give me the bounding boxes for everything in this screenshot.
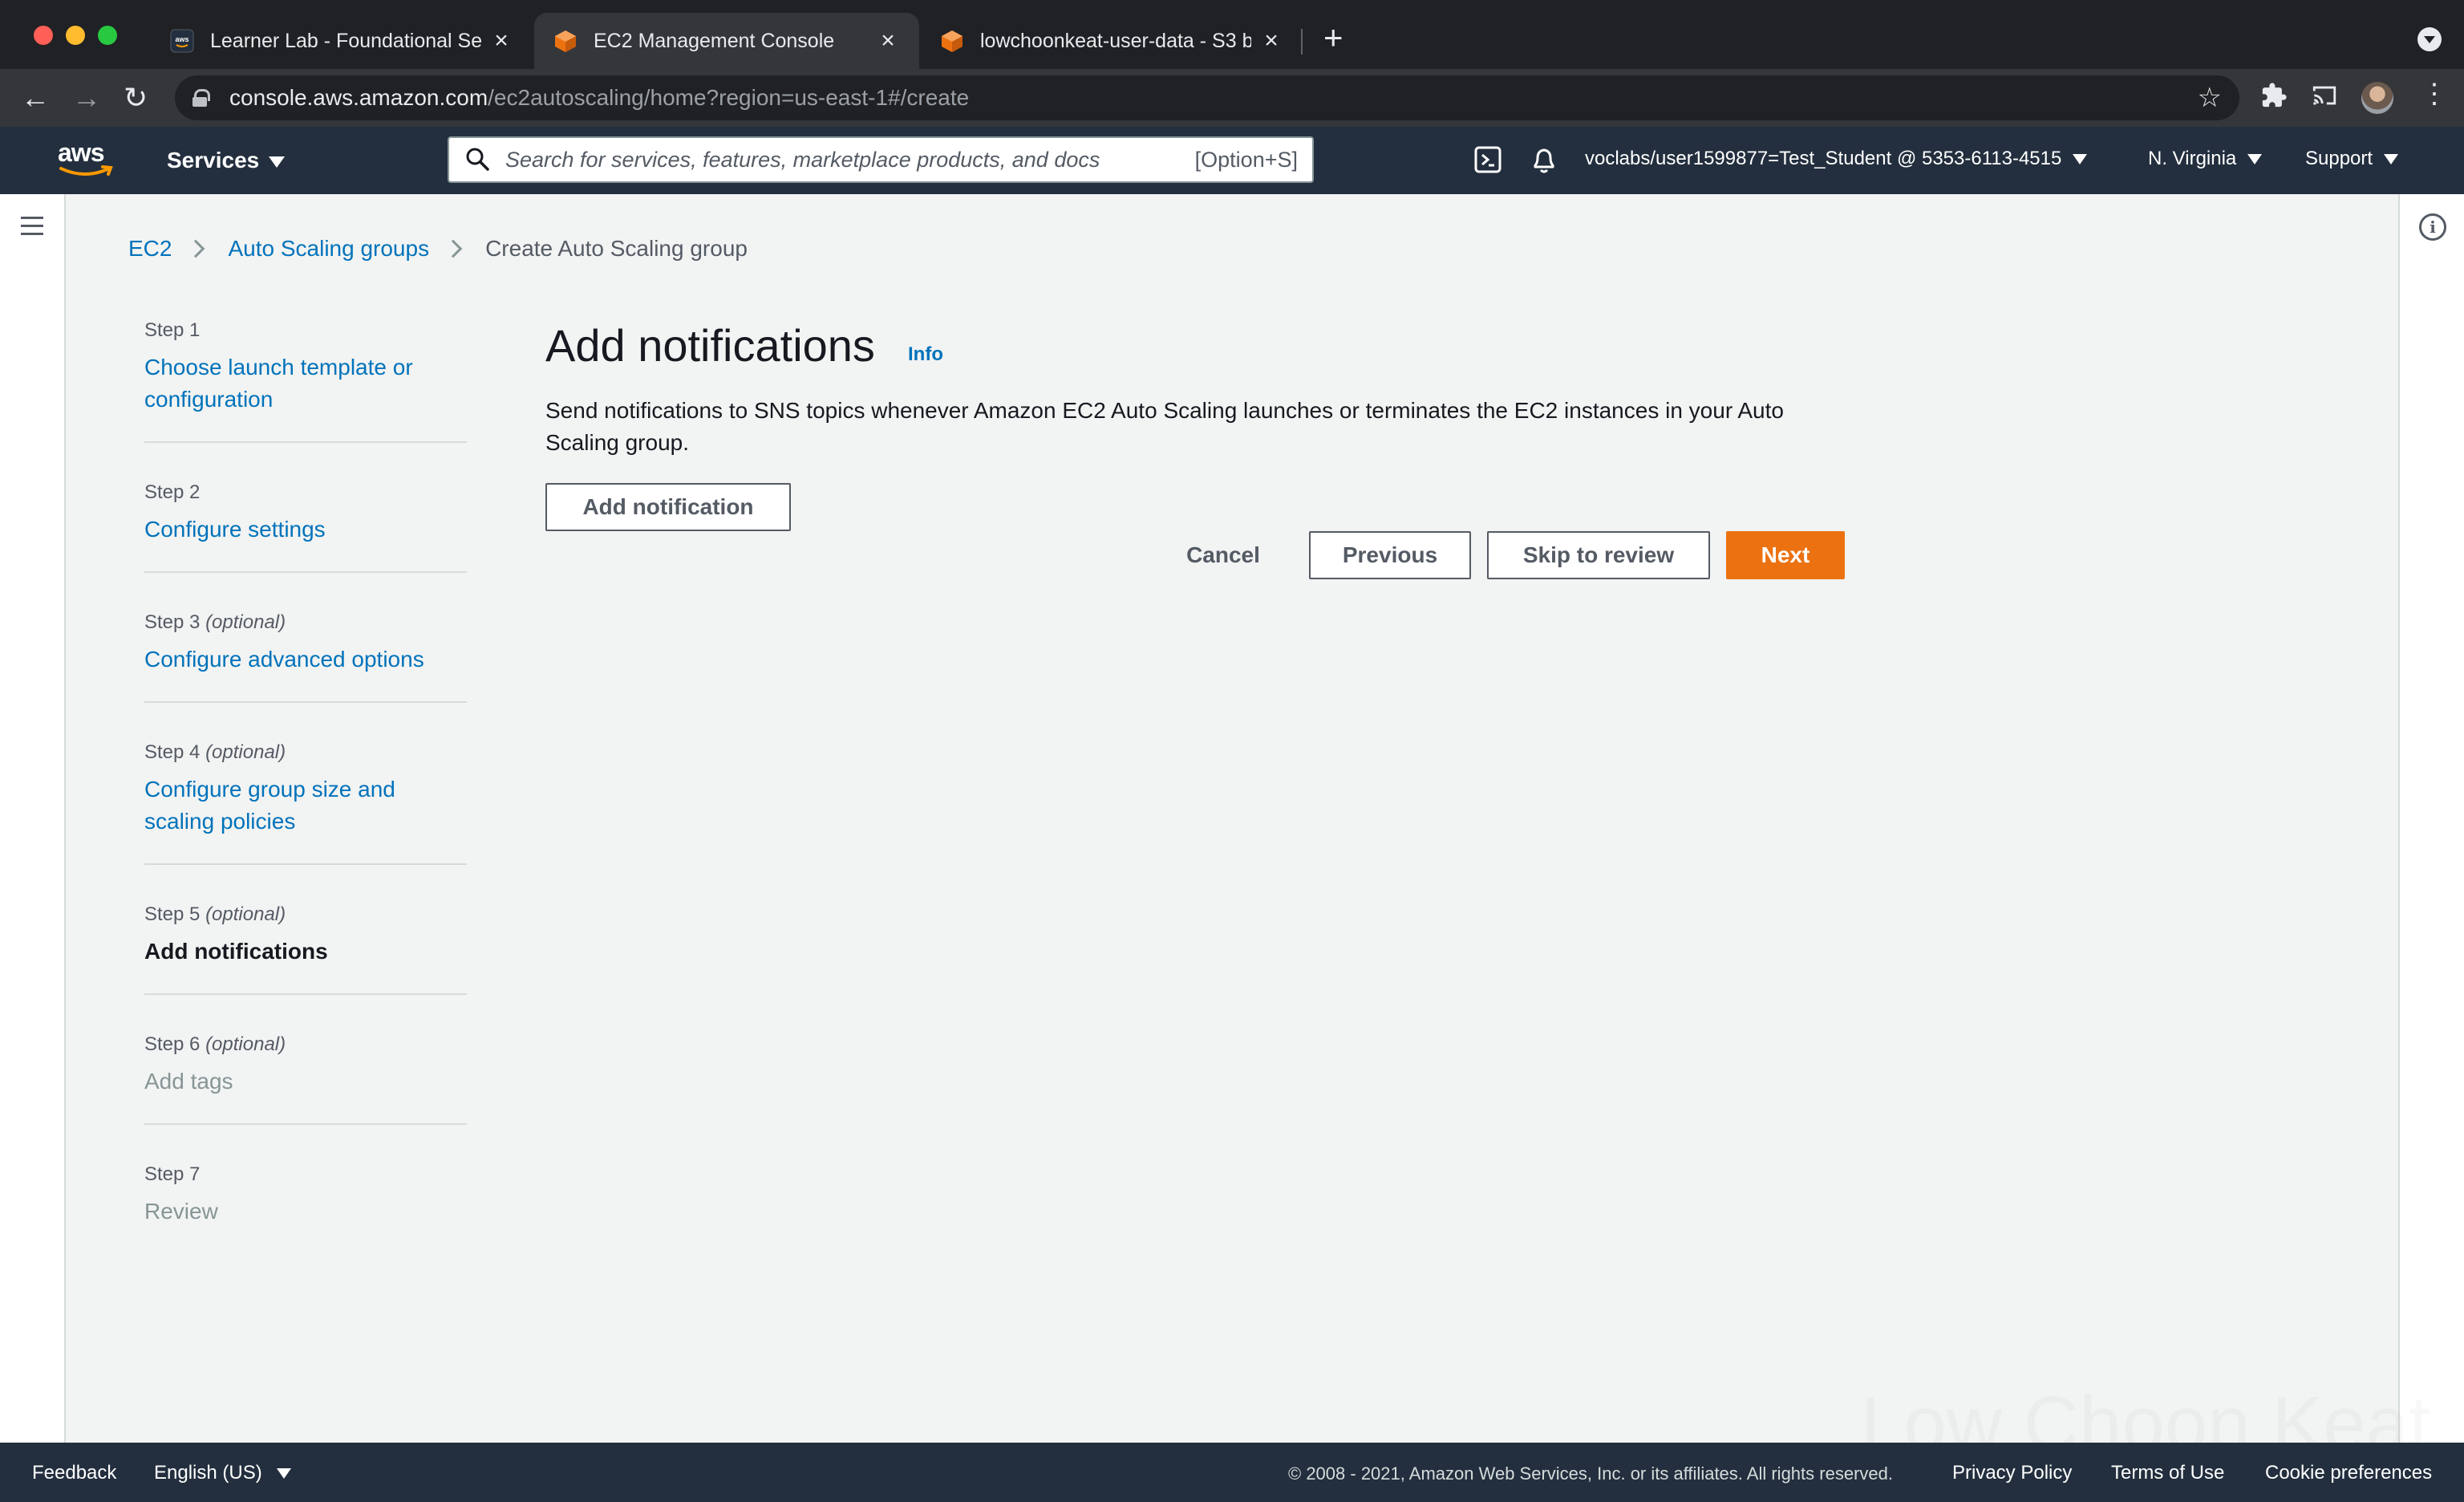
browser-tab-s3-bucket[interactable]: lowchoonkeat-user-data - S3 b ×	[921, 13, 1303, 69]
breadcrumb-auto-scaling-groups[interactable]: Auto Scaling groups	[228, 236, 429, 262]
minimize-window-icon[interactable]	[66, 26, 85, 45]
caret-down-icon	[2384, 154, 2399, 165]
page-title: Add notifications	[545, 320, 875, 371]
url-path: /ec2autoscaling/home?region=us-east-1#/c…	[488, 85, 970, 110]
address-bar[interactable]: console.aws.amazon.com/ec2autoscaling/ho…	[175, 75, 2239, 120]
maximize-window-icon[interactable]	[98, 26, 117, 45]
tab-title: Learner Lab - Foundational Ser	[210, 29, 481, 52]
close-window-icon[interactable]	[34, 26, 53, 45]
region-selector[interactable]: N. Virginia	[2148, 148, 2263, 170]
bookmark-star-icon[interactable]: ☆	[2198, 82, 2222, 114]
caret-down-icon	[269, 156, 286, 168]
browser-tab-ec2-console[interactable]: EC2 Management Console ×	[534, 13, 919, 69]
cast-icon[interactable]	[2310, 82, 2339, 116]
cookie-preferences-link[interactable]: Cookie preferences	[2265, 1462, 2432, 1484]
next-button[interactable]: Next	[1726, 531, 1845, 579]
breadcrumb: EC2 Auto Scaling groups Create Auto Scal…	[128, 236, 748, 262]
caret-down-icon	[2073, 154, 2088, 165]
aws-service-cube-icon	[940, 29, 964, 53]
feedback-link[interactable]: Feedback	[32, 1462, 116, 1484]
extensions-puzzle-icon[interactable]	[2260, 82, 2288, 116]
step-number: Step 4 (optional)	[144, 741, 286, 763]
aws-console-header: aws Services [Option+S] voclabs/user1599…	[0, 127, 2464, 194]
reload-icon[interactable]: ↻	[124, 80, 148, 116]
wizard-step-3: Step 3 (optional) Configure advanced opt…	[144, 611, 467, 703]
step-number: Step 3 (optional)	[144, 611, 286, 633]
help-panel-rail: i	[2398, 194, 2464, 1443]
previous-button[interactable]: Previous	[1309, 531, 1471, 579]
more-vertical-icon[interactable]: ⋮	[2421, 80, 2448, 108]
aws-smile-icon	[59, 165, 113, 176]
search-bar[interactable]: [Option+S]	[448, 136, 1314, 183]
cancel-button[interactable]: Cancel	[1161, 531, 1285, 579]
step-link[interactable]: Configure settings	[144, 514, 467, 546]
chevron-right-icon	[187, 239, 205, 258]
info-link[interactable]: Info	[908, 343, 943, 366]
copyright-text: © 2008 - 2021, Amazon Web Services, Inc.…	[1288, 1463, 1893, 1484]
tab-title: lowchoonkeat-user-data - S3 b	[980, 29, 1251, 52]
step-number: Step 6 (optional)	[144, 1033, 286, 1055]
close-tab-icon[interactable]: ×	[489, 27, 513, 55]
wizard-steps: Step 1 Choose launch template or configu…	[144, 319, 467, 1292]
aws-service-cube-icon	[553, 29, 578, 53]
step-number: Step 5 (optional)	[144, 903, 286, 925]
aws-logo[interactable]: aws	[58, 138, 116, 183]
step-disabled-label: Add tags	[144, 1069, 233, 1094]
terms-of-use-link[interactable]: Terms of Use	[2111, 1462, 2224, 1484]
wizard-step-5: Step 5 (optional) Add notifications	[144, 903, 467, 995]
privacy-policy-link[interactable]: Privacy Policy	[1952, 1462, 2072, 1484]
add-notification-button[interactable]: Add notification	[545, 483, 791, 531]
support-menu[interactable]: Support	[2305, 148, 2399, 170]
info-icon[interactable]: i	[2419, 213, 2446, 241]
step-link[interactable]: Choose launch template or configuration	[144, 351, 467, 416]
tab-title: EC2 Management Console	[594, 29, 835, 52]
caret-down-icon	[276, 1468, 291, 1480]
notifications-bell-icon[interactable]	[1530, 146, 1558, 179]
navigation-drawer	[0, 194, 66, 1443]
tab-search-icon[interactable]	[2417, 27, 2442, 51]
caret-down-icon	[2247, 154, 2263, 165]
wizard-step-6: Step 6 (optional) Add tags	[144, 1033, 467, 1125]
wizard-step-4: Step 4 (optional) Configure group size a…	[144, 741, 467, 865]
new-tab-icon[interactable]: +	[1323, 21, 1343, 55]
step-link[interactable]: Configure advanced options	[144, 643, 467, 676]
language-selector[interactable]: English (US)	[154, 1462, 291, 1484]
back-arrow-icon[interactable]: ←	[21, 80, 50, 116]
console-footer: Feedback English (US) © 2008 - 2021, Ama…	[0, 1443, 2464, 1502]
step-number: Step 1	[144, 319, 201, 341]
search-input[interactable]	[505, 147, 1163, 173]
url-host: console.aws.amazon.com	[229, 85, 488, 110]
search-icon	[465, 147, 491, 173]
close-tab-icon[interactable]: ×	[876, 27, 900, 55]
lock-icon[interactable]	[192, 89, 210, 107]
step-current-label: Add notifications	[144, 939, 328, 964]
aws-icon: aws	[170, 29, 194, 53]
step-disabled-label: Review	[144, 1199, 218, 1224]
wizard-step-7: Step 7 Review	[144, 1163, 467, 1253]
close-tab-icon[interactable]: ×	[1259, 27, 1283, 55]
browser-toolbar: ← → ↻ console.aws.amazon.com/ec2autoscal…	[0, 69, 2464, 127]
account-menu[interactable]: voclabs/user1599877=Test_Student @ 5353-…	[1585, 148, 2088, 170]
profile-avatar[interactable]	[2361, 82, 2393, 114]
browser-tab-bar: aws Learner Lab - Foundational Ser × EC2…	[0, 0, 2464, 69]
svg-text:aws: aws	[175, 35, 188, 43]
services-menu[interactable]: Services	[167, 148, 286, 173]
step-link[interactable]: Configure group size and scaling policie…	[144, 773, 467, 838]
cloudshell-icon[interactable]	[1474, 146, 1502, 177]
wizard-step-1: Step 1 Choose launch template or configu…	[144, 319, 467, 443]
wizard-step-2: Step 2 Configure settings	[144, 481, 467, 573]
tab-divider	[1301, 29, 1303, 55]
skip-to-review-button[interactable]: Skip to review	[1487, 531, 1710, 579]
search-shortcut-hint: [Option+S]	[1194, 147, 1298, 172]
chevron-right-icon	[444, 239, 463, 258]
breadcrumb-ec2[interactable]: EC2	[128, 236, 172, 262]
breadcrumb-current: Create Auto Scaling group	[485, 236, 748, 261]
step-number: Step 2	[144, 481, 201, 503]
browser-tab-learner-lab[interactable]: aws Learner Lab - Foundational Ser ×	[151, 13, 533, 69]
menu-hamburger-icon[interactable]	[21, 217, 43, 241]
page-description: Send notifications to SNS topics wheneve…	[545, 398, 1784, 455]
forward-arrow-icon[interactable]: →	[72, 80, 101, 116]
step-number: Step 7	[144, 1163, 201, 1185]
